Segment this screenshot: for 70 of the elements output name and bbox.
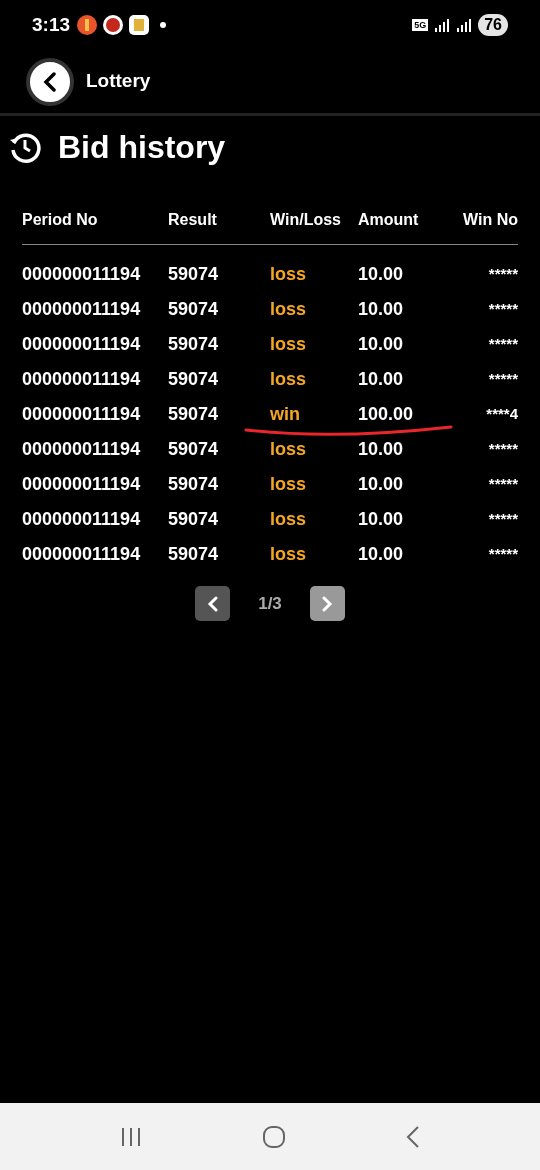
signal-icon — [434, 17, 451, 33]
next-page-button[interactable] — [309, 586, 345, 621]
table-cell-text: loss — [270, 438, 308, 461]
page-title: Bid history — [58, 128, 226, 167]
table-cell-text: ***** — [488, 509, 518, 530]
table-cell-text: 10.00 — [358, 438, 405, 461]
home-icon[interactable] — [262, 1124, 286, 1149]
table-cell-text: 10.00 — [358, 543, 405, 566]
table-cell-text: ***** — [488, 544, 518, 565]
table-cell-text: ****4 — [486, 404, 518, 425]
table-cell-text: 10.00 — [358, 263, 405, 286]
table-cell-text: 59074 — [168, 508, 220, 531]
table-cell-text: 10.00 — [358, 333, 405, 356]
table-cell-text: ***** — [488, 369, 518, 390]
table-cell-text: 10.00 — [358, 473, 405, 496]
table-cell-text: 000000011194 — [22, 438, 142, 461]
column-header: Win/Loss — [270, 210, 342, 230]
page-indicator: 1/3 — [258, 592, 282, 615]
table-cell-text: loss — [270, 543, 308, 566]
column-header: Win No — [463, 210, 518, 230]
table-cell-text: 10.00 — [358, 298, 405, 321]
back-nav-icon[interactable] — [404, 1124, 421, 1149]
table-cell-text: ***** — [488, 299, 518, 320]
header-title: Lottery — [86, 69, 151, 94]
app-notification-icon — [102, 14, 125, 36]
table-cell-text: 000000011194 — [22, 368, 142, 391]
table-cell-text: 59074 — [168, 543, 220, 566]
table-cell-text: 000000011194 — [22, 543, 142, 566]
table-cell-text: 59074 — [168, 298, 220, 321]
table-cell-text: 59074 — [168, 368, 220, 391]
signal-icon — [456, 17, 473, 33]
table-cell-text: 59074 — [168, 333, 220, 356]
table-cell-text: loss — [270, 508, 308, 531]
table-cell-text: 000000011194 — [22, 263, 142, 286]
table-cell-text: 000000011194 — [22, 403, 142, 426]
table-cell-text: 000000011194 — [22, 298, 142, 321]
chevron-right-icon — [321, 595, 334, 612]
battery-level: 76 — [478, 14, 508, 36]
table-cell-text: loss — [270, 368, 308, 391]
table-cell-text: 59074 — [168, 473, 220, 496]
table-cell-text: loss — [270, 263, 308, 286]
table-cell-text: 59074 — [168, 438, 220, 461]
status-time: 3:13 — [32, 12, 71, 37]
app-notification-icon — [76, 14, 99, 36]
table-cell-text: 100.00 — [358, 403, 415, 426]
column-header: Result — [168, 210, 218, 230]
back-icon — [42, 71, 58, 92]
chevron-left-icon — [206, 595, 219, 612]
table-cell-text: loss — [270, 473, 308, 496]
network-type: 5G — [412, 19, 429, 31]
dot-icon — [160, 22, 167, 28]
table-cell-text: win — [270, 403, 301, 426]
back-button[interactable] — [26, 57, 74, 106]
table-cell-text: loss — [270, 333, 308, 356]
table-cell-text: ***** — [488, 334, 518, 355]
table-cell-text: 000000011194 — [22, 473, 142, 496]
table-cell-text: 000000011194 — [22, 333, 142, 356]
table-cell-text: 59074 — [168, 403, 220, 426]
column-header: Period No — [22, 210, 99, 230]
table-cell-text: ***** — [488, 264, 518, 285]
column-header: Amount — [358, 210, 420, 230]
table-cell-text: ***** — [488, 474, 518, 495]
history-icon — [8, 130, 42, 164]
table-cell-text: ***** — [488, 439, 518, 460]
table-cell-text: 000000011194 — [22, 508, 142, 531]
table-cell-text: 10.00 — [358, 368, 405, 391]
table-cell-text: loss — [270, 298, 308, 321]
table-cell-text: 59074 — [168, 263, 220, 286]
table-cell-text: 10.00 — [358, 508, 405, 531]
app-notification-icon — [128, 14, 151, 36]
